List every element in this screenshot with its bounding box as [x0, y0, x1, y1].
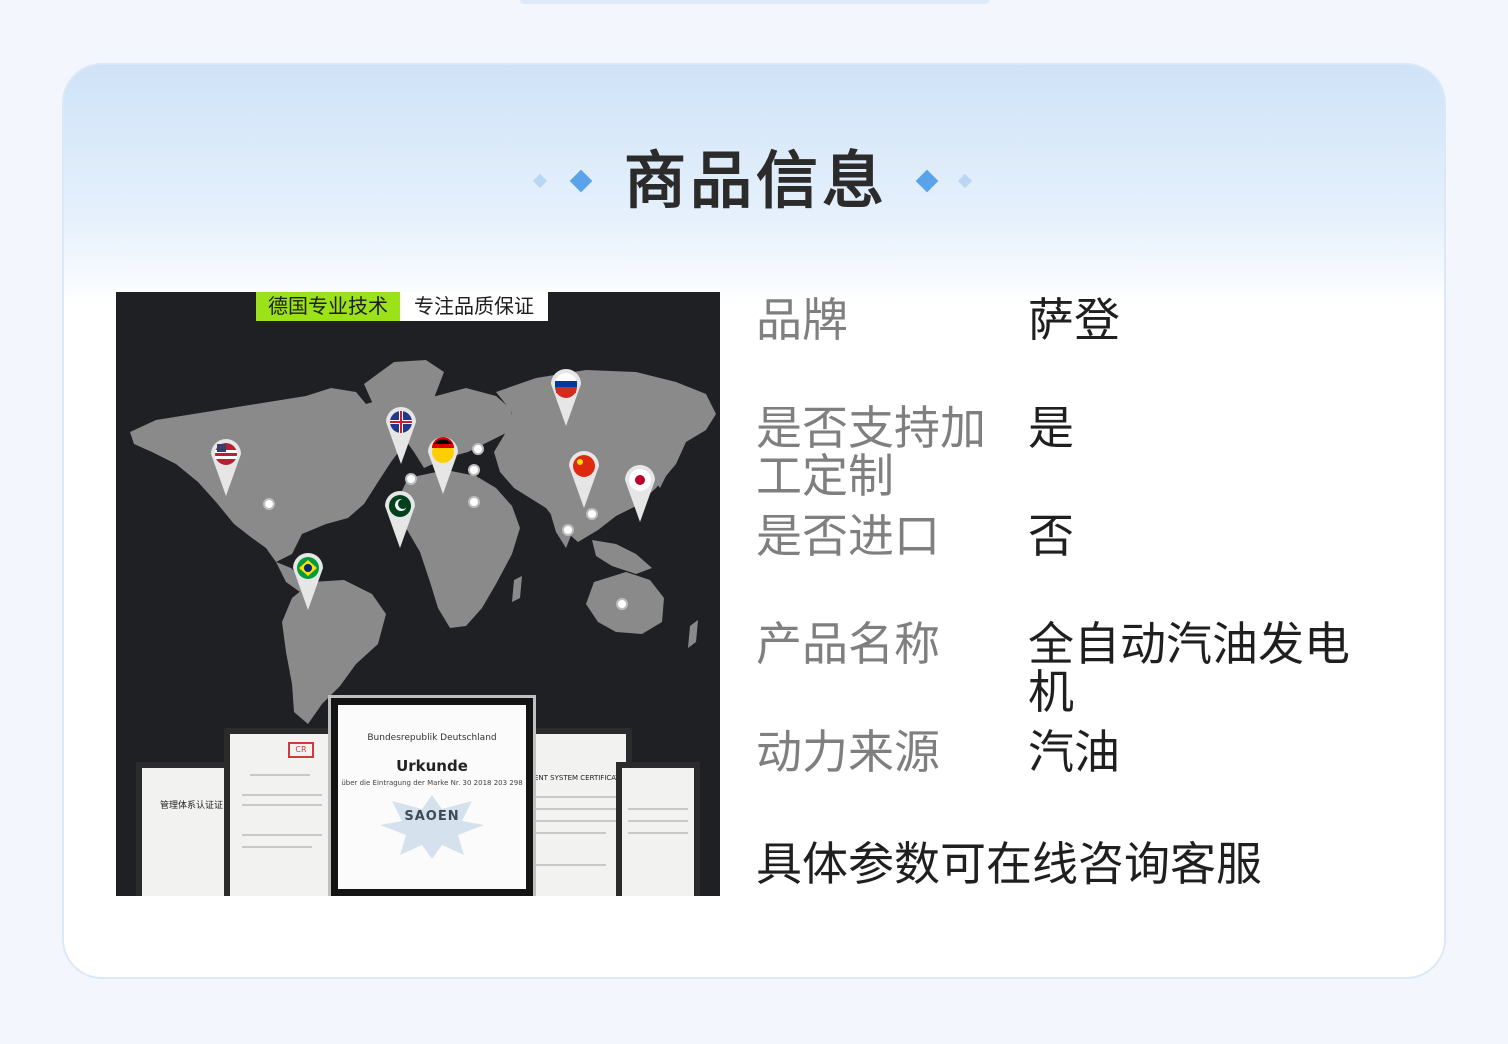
diamond-decoration-icon	[532, 173, 548, 189]
certificate-country: Bundesrepublik Deutschland	[367, 733, 497, 743]
certificate-left-title: 管理体系认证证	[160, 801, 224, 811]
africa-landmass	[396, 470, 520, 628]
consult-note: 具体参数可在线咨询客服	[756, 837, 1262, 891]
spec-label: 动力来源	[756, 725, 940, 779]
spec-label: 是否进口	[756, 509, 940, 563]
spec-value: 是	[1028, 401, 1074, 455]
location-dot	[263, 498, 275, 510]
eagle-emblem-icon	[380, 795, 484, 859]
location-dot	[468, 496, 480, 508]
product-image: 德国专业技术 专注品质保证 管理体系认证证 CR ENT SYSTEM CERT…	[116, 292, 720, 896]
location-dot	[468, 464, 480, 476]
diamond-decoration-icon	[957, 173, 973, 189]
location-dot	[405, 473, 417, 485]
spec-value: 汽油	[1028, 725, 1120, 779]
certificate-title: Urkunde	[396, 757, 468, 775]
location-dot	[616, 598, 628, 610]
spec-value: 全自动汽油发电机	[1028, 617, 1350, 719]
diamond-decoration-icon	[569, 169, 593, 193]
north-america-landmass	[130, 388, 406, 562]
asia-landmass	[494, 370, 716, 542]
diamond-decoration-icon	[915, 169, 939, 193]
spec-label: 品牌	[756, 293, 848, 347]
location-dot	[562, 524, 574, 536]
section-title: 商品信息	[624, 144, 889, 217]
spec-value: 否	[1028, 509, 1074, 563]
certificate-subtitle: über die Eintragung der Marke Nr. 30 201…	[341, 779, 523, 787]
certificate-far-left	[136, 762, 230, 896]
certificate-far-right	[616, 762, 700, 896]
certificate-right-title: ENT SYSTEM CERTIFICATE	[534, 774, 625, 782]
new-zealand-landmass	[688, 620, 698, 648]
certificate-trademark: Bundesrepublik Deutschland Urkunde über …	[328, 695, 536, 896]
top-decoration	[520, 0, 990, 4]
madagascar-landmass	[512, 576, 522, 602]
section-header: 商品信息	[0, 146, 1508, 216]
location-dot	[472, 443, 484, 455]
certificate-left: CR	[224, 728, 336, 896]
spec-value: 萨登	[1028, 293, 1120, 347]
southeast-asia-landmass	[592, 540, 652, 574]
location-dot	[586, 508, 598, 520]
spec-label: 产品名称	[756, 617, 940, 671]
spec-label: 是否支持加工定制	[756, 401, 986, 503]
